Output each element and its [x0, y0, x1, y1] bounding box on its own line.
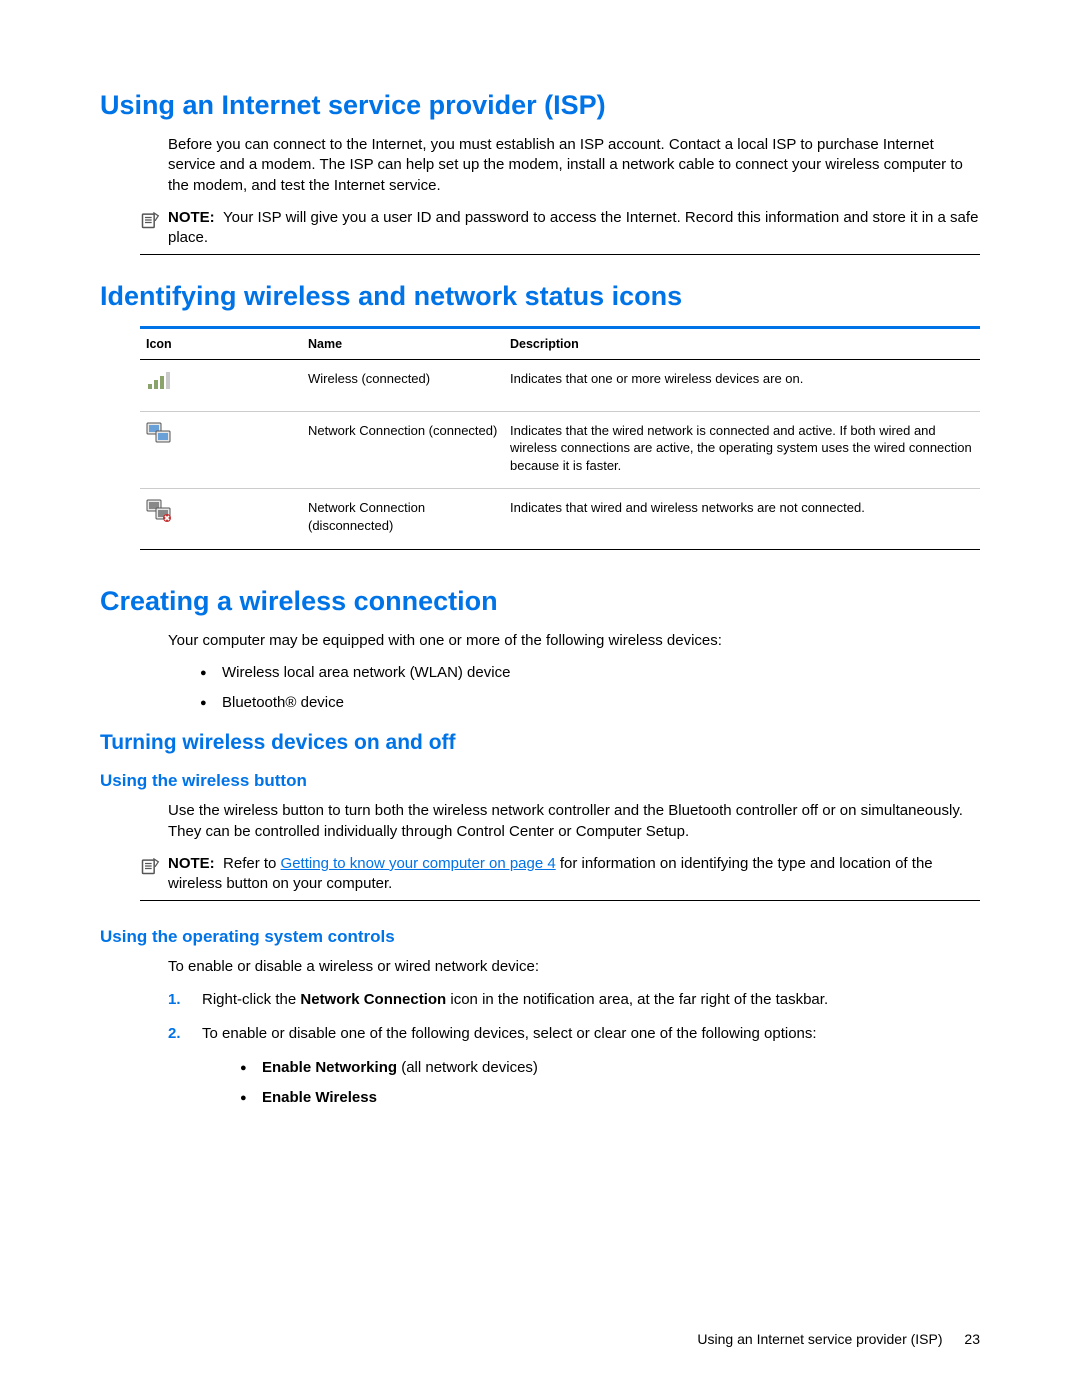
note-wireless: NOTE: Refer to Getting to know your comp… — [140, 854, 980, 902]
list-item: Bluetooth® device — [200, 693, 980, 713]
cell-name: Network Connection (disconnected) — [302, 489, 504, 549]
note-label: NOTE: — [168, 209, 215, 226]
step-1: Right-click the Network Connection icon … — [168, 990, 980, 1010]
note-icon — [140, 210, 162, 230]
list-item: Wireless local area network (WLAN) devic… — [200, 663, 980, 683]
cell-desc: Indicates that the wired network is conn… — [504, 411, 980, 489]
wireless-signal-icon — [146, 380, 172, 395]
page-footer: Using an Internet service provider (ISP)… — [697, 1331, 980, 1347]
paragraph-wireless-button: Use the wireless button to turn both the… — [168, 801, 980, 842]
paragraph-os-intro: To enable or disable a wireless or wired… — [168, 957, 980, 977]
list-item: Enable Networking (all network devices) — [240, 1058, 980, 1078]
cell-desc: Indicates that one or more wireless devi… — [504, 360, 980, 412]
heading-isp: Using an Internet service provider (ISP) — [100, 90, 980, 121]
heading-identify: Identifying wireless and network status … — [100, 281, 980, 312]
step-2: To enable or disable one of the followin… — [168, 1024, 980, 1044]
th-name: Name — [302, 328, 504, 360]
th-icon: Icon — [140, 328, 302, 360]
network-disconnected-icon — [146, 511, 172, 526]
note-label: NOTE: — [168, 855, 215, 872]
devices-list: Wireless local area network (WLAN) devic… — [200, 663, 980, 714]
note-isp: NOTE: Your ISP will give you a user ID a… — [140, 208, 980, 256]
network-connected-icon — [146, 434, 172, 449]
list-item: Enable Wireless — [240, 1088, 980, 1108]
status-icons-table: Icon Name Description Wire — [140, 326, 980, 549]
paragraph-isp-intro: Before you can connect to the Internet, … — [168, 135, 980, 196]
heading-os-controls: Using the operating system controls — [100, 927, 980, 947]
footer-title: Using an Internet service provider (ISP) — [697, 1331, 942, 1347]
cell-name: Wireless (connected) — [302, 360, 504, 412]
table-row: Network Connection (connected) Indicates… — [140, 411, 980, 489]
note-text-before: Refer to — [223, 855, 281, 872]
cell-desc: Indicates that wired and wireless networ… — [504, 489, 980, 549]
th-desc: Description — [504, 328, 980, 360]
note-icon — [140, 856, 162, 876]
steps-list: Right-click the Network Connection icon … — [168, 990, 980, 1045]
note-isp-text: Your ISP will give you a user ID and pas… — [168, 209, 978, 246]
heading-turning: Turning wireless devices on and off — [100, 731, 980, 755]
table-row: Network Connection (disconnected) Indica… — [140, 489, 980, 549]
footer-page-number: 23 — [964, 1331, 980, 1347]
link-getting-to-know[interactable]: Getting to know your computer on page 4 — [281, 855, 556, 872]
options-list: Enable Networking (all network devices) … — [240, 1058, 980, 1109]
paragraph-devices-intro: Your computer may be equipped with one o… — [168, 631, 980, 651]
heading-wireless-button: Using the wireless button — [100, 771, 980, 791]
heading-create: Creating a wireless connection — [100, 586, 980, 617]
table-row: Wireless (connected) Indicates that one … — [140, 360, 980, 412]
cell-name: Network Connection (connected) — [302, 411, 504, 489]
